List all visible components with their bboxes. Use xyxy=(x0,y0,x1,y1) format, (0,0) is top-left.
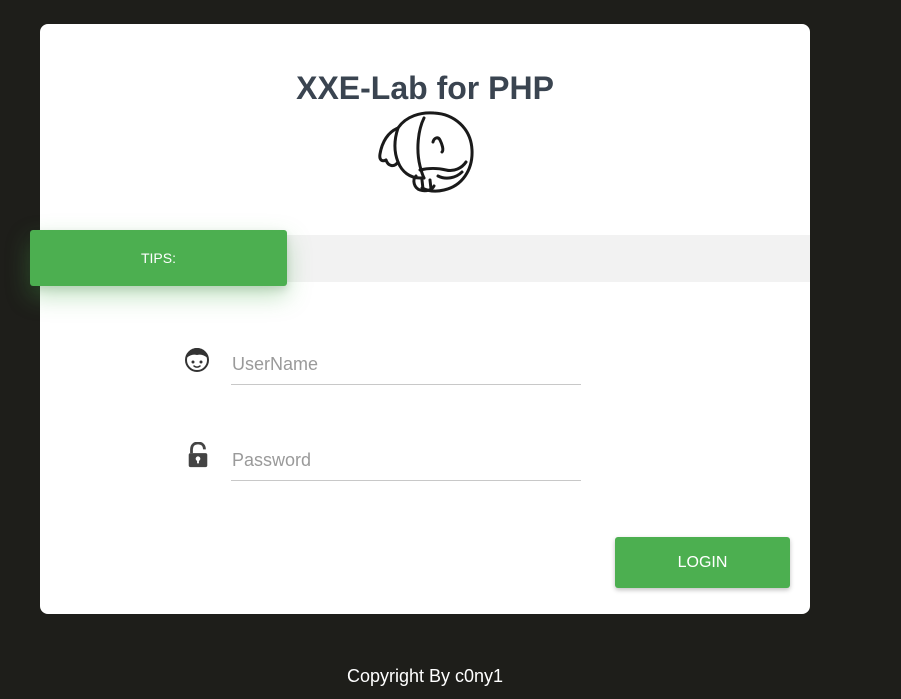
copyright-footer: Copyright By c0ny1 xyxy=(346,666,504,686)
password-input[interactable] xyxy=(231,441,581,481)
user-icon xyxy=(185,348,209,372)
login-button[interactable]: LOGIN xyxy=(615,537,790,588)
page-title: XXE-Lab for PHP xyxy=(296,70,554,106)
tips-label: TIPS: xyxy=(140,250,176,266)
tips-button[interactable]: TIPS: xyxy=(30,230,287,286)
lock-icon xyxy=(188,442,208,468)
php-elephant-icon xyxy=(378,111,474,193)
username-input[interactable] xyxy=(231,345,581,385)
